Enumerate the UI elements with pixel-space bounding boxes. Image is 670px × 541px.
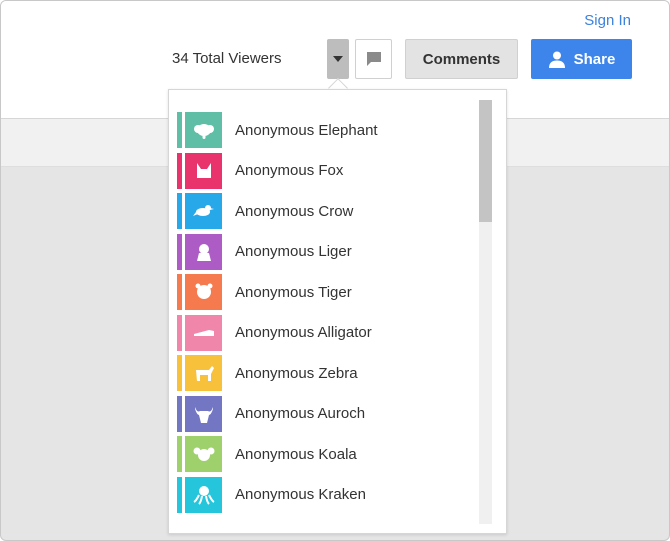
viewer-list-item[interactable]: Anonymous Crow bbox=[177, 191, 477, 232]
person-icon bbox=[548, 51, 565, 68]
share-button[interactable]: Share bbox=[531, 39, 632, 79]
viewer-avatar bbox=[177, 395, 222, 432]
avatar-color-stripe bbox=[177, 193, 182, 230]
viewer-list-item[interactable]: Anonymous Fox bbox=[177, 151, 477, 192]
viewer-list-item[interactable]: Anonymous Tiger bbox=[177, 272, 477, 313]
avatar-color-stripe bbox=[177, 314, 182, 351]
viewer-list-item[interactable]: Anonymous Kraken bbox=[177, 475, 477, 516]
avatar-color-stripe bbox=[177, 355, 182, 392]
viewer-name: Anonymous Liger bbox=[235, 243, 352, 261]
app-frame: Sign In 34 Total Viewers Comments Share … bbox=[0, 0, 670, 541]
viewer-list-item[interactable]: Anonymous Zebra bbox=[177, 353, 477, 394]
fox-icon bbox=[185, 152, 222, 189]
zebra-icon bbox=[185, 355, 222, 392]
avatar-color-stripe bbox=[177, 436, 182, 473]
tiger-icon bbox=[185, 274, 222, 311]
avatar-color-stripe bbox=[177, 274, 182, 311]
kraken-icon bbox=[185, 476, 222, 513]
scrollbar-thumb[interactable] bbox=[479, 100, 492, 222]
viewer-name: Anonymous Tiger bbox=[235, 283, 352, 301]
koala-icon bbox=[185, 436, 222, 473]
avatar-color-stripe bbox=[177, 395, 182, 432]
caret-down-icon bbox=[333, 56, 343, 62]
viewers-dropdown-toggle[interactable] bbox=[327, 39, 349, 79]
viewer-list-item[interactable]: Anonymous Auroch bbox=[177, 394, 477, 435]
chat-button[interactable] bbox=[355, 39, 392, 79]
viewer-name: Anonymous Auroch bbox=[235, 405, 366, 423]
viewer-avatar bbox=[177, 476, 222, 513]
total-viewers-label: 34 Total Viewers bbox=[172, 50, 282, 67]
alligator-icon bbox=[185, 314, 222, 351]
comments-button-label: Comments bbox=[422, 50, 501, 68]
viewer-name: Anonymous Alligator bbox=[235, 324, 372, 342]
scrollbar[interactable] bbox=[479, 100, 492, 524]
viewer-list-item[interactable]: Anonymous Liger bbox=[177, 232, 477, 273]
viewer-list-item[interactable]: Anonymous Alligator bbox=[177, 313, 477, 354]
viewer-avatar bbox=[177, 436, 222, 473]
viewer-name: Anonymous Kraken bbox=[235, 486, 366, 504]
viewer-avatar bbox=[177, 274, 222, 311]
liger-icon bbox=[185, 233, 222, 270]
viewer-avatar bbox=[177, 233, 222, 270]
avatar-color-stripe bbox=[177, 476, 182, 513]
viewer-list-item[interactable]: Anonymous Koala bbox=[177, 434, 477, 475]
viewer-name: Anonymous Zebra bbox=[235, 364, 358, 382]
chat-bubble-icon bbox=[366, 52, 381, 66]
viewer-avatar bbox=[177, 152, 222, 189]
viewer-list-item[interactable]: Anonymous Elephant bbox=[177, 110, 477, 151]
viewers-dropdown-panel: Anonymous Elephant Anonymous Fox Anonymous… bbox=[168, 89, 507, 534]
viewer-name: Anonymous Fox bbox=[235, 162, 344, 180]
viewer-name: Anonymous Koala bbox=[235, 445, 357, 463]
elephant-icon bbox=[185, 112, 222, 149]
viewer-avatar bbox=[177, 355, 222, 392]
comments-button[interactable]: Comments bbox=[405, 39, 518, 79]
avatar-color-stripe bbox=[177, 233, 182, 270]
viewer-list: Anonymous Elephant Anonymous Fox Anonymous… bbox=[177, 110, 477, 515]
viewer-name: Anonymous Elephant bbox=[235, 121, 378, 139]
viewer-name: Anonymous Crow bbox=[235, 202, 354, 220]
avatar-color-stripe bbox=[177, 112, 182, 149]
auroch-icon bbox=[185, 395, 222, 432]
avatar-color-stripe bbox=[177, 152, 182, 189]
viewer-avatar bbox=[177, 193, 222, 230]
share-button-label: Share bbox=[573, 50, 616, 68]
crow-icon bbox=[185, 193, 222, 230]
viewer-avatar bbox=[177, 314, 222, 351]
sign-in-link[interactable]: Sign In bbox=[584, 12, 631, 29]
viewer-avatar bbox=[177, 112, 222, 149]
